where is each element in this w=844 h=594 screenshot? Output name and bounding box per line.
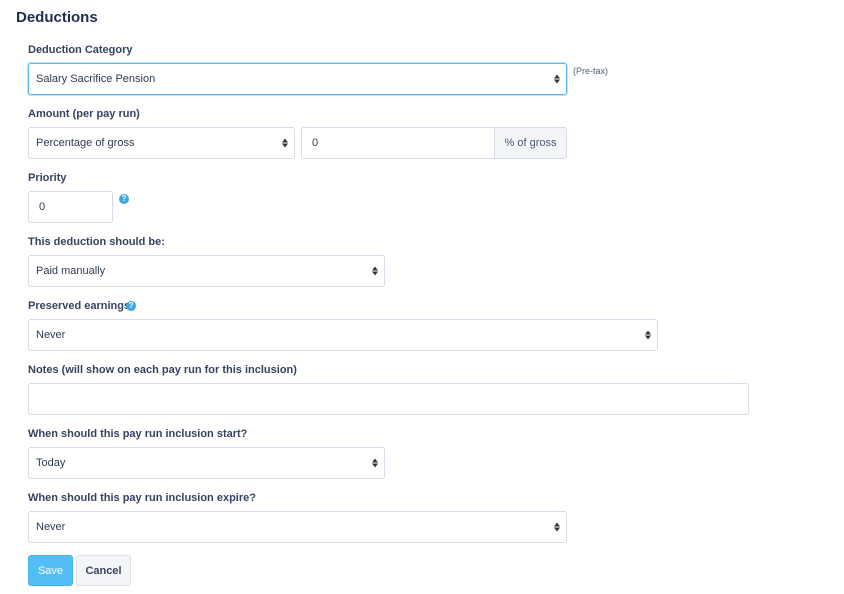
select-arrows-icon [554,74,560,84]
start-value: Today [36,457,66,469]
deduction-paid-label: This deduction should be: [28,236,165,248]
page-title: Deductions [16,9,98,26]
deduction-paid-select[interactable]: Paid manually [28,255,385,287]
amount-input-value: 0 [312,137,319,149]
preserved-earnings-select[interactable]: Never [28,319,658,351]
amount-type-value: Percentage of gross [36,137,135,149]
notes-input[interactable] [28,383,749,415]
select-arrows-icon [645,330,651,340]
start-select[interactable]: Today [28,447,385,479]
expire-select[interactable]: Never [28,511,567,543]
deduction-category-value: Salary Sacrifice Pension [36,73,156,85]
expire-label: When should this pay run inclusion expir… [28,492,256,504]
select-arrows-icon [554,522,560,532]
preserved-earnings-label: Preserved earnings [28,300,131,312]
expire-value: Never [36,521,66,533]
priority-input-value: 0 [39,201,46,213]
deduction-category-label: Deduction Category [28,44,133,56]
amount-input[interactable]: 0 [301,127,495,159]
preserved-earnings-help-icon[interactable]: ? [126,301,136,311]
cancel-button[interactable]: Cancel [76,555,131,586]
deduction-paid-value: Paid manually [36,265,106,277]
percent-of-gross-addon: % of gross [495,127,567,159]
amount-type-select[interactable]: Percentage of gross [28,127,295,159]
select-arrows-icon [372,458,378,468]
priority-input[interactable]: 0 [28,191,113,223]
select-arrows-icon [282,138,288,148]
select-arrows-icon [372,266,378,276]
start-label: When should this pay run inclusion start… [28,428,248,440]
preserved-earnings-value: Never [36,329,66,341]
amount-label: Amount (per pay run) [28,108,140,120]
pre-tax-note: (Pre-tax) [573,66,609,76]
priority-label: Priority [28,172,67,184]
deduction-category-select[interactable]: Salary Sacrifice Pension [28,63,567,95]
save-button[interactable]: Save [28,555,73,586]
priority-help-icon[interactable]: ? [119,194,129,204]
notes-label: Notes (will show on each pay run for thi… [28,364,297,376]
